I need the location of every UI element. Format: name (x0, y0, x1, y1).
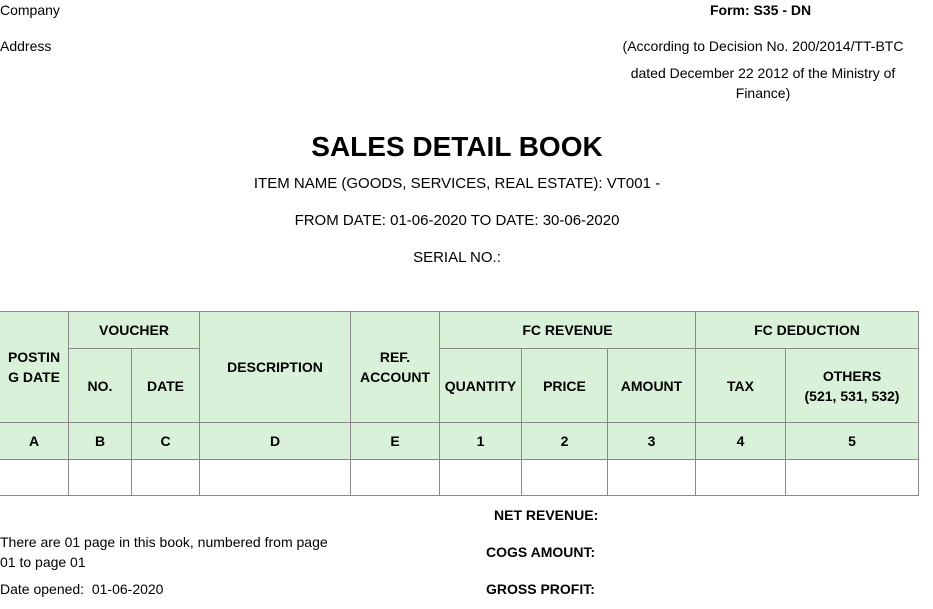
cogs-amount-label: COGS AMOUNT: (486, 544, 596, 560)
decision-line-2: dated December 22 2012 of the Ministry o… (630, 65, 896, 81)
sales-detail-table: POSTIN G DATE VOUCHER DESCRIPTION REF. ACC… (0, 311, 919, 496)
ref-account-header: REF. ACCOUNT (350, 311, 440, 423)
page-title: SALES DETAIL BOOK (311, 131, 603, 162)
date-opened-value: 01-06-2020 (91, 581, 164, 597)
table-cell[interactable] (68, 459, 132, 496)
table-cell[interactable] (350, 459, 440, 496)
fc-deduction-header: FC DEDUCTION (695, 311, 919, 349)
quantity-header: QUANTITY (439, 348, 522, 423)
column-code: B (68, 422, 132, 460)
date-range: FROM DATE: 01-06-2020 TO DATE: 30-06-202… (294, 212, 620, 229)
table-cell[interactable] (521, 459, 608, 496)
column-code: D (199, 422, 351, 460)
amount-header: AMOUNT (607, 348, 696, 423)
item-name: ITEM NAME (GOODS, SERVICES, REAL ESTATE)… (253, 175, 661, 192)
column-code: 2 (521, 422, 608, 460)
description-header: DESCRIPTION (199, 311, 351, 423)
decision-line-3: Finance) (735, 85, 791, 101)
column-code: E (350, 422, 440, 460)
column-code: 5 (785, 422, 919, 460)
column-code: 3 (607, 422, 696, 460)
company-label: Company (0, 2, 60, 18)
fc-revenue-header: FC REVENUE (439, 311, 696, 349)
serial-no: SERIAL NO.: (413, 249, 501, 266)
voucher-header: VOUCHER (68, 311, 200, 349)
pages-note-line-1: There are 01 page in this book, numbered… (0, 534, 328, 550)
gross-profit-label: GROSS PROFIT: (486, 581, 595, 597)
date-opened-label: Date opened: (0, 581, 85, 597)
net-revenue-label: NET REVENUE: (494, 507, 599, 523)
table-cell[interactable] (131, 459, 200, 496)
column-code: C (131, 422, 200, 460)
table-row (0, 459, 919, 496)
tax-header: TAX (695, 348, 786, 423)
posting-date-header: POSTIN G DATE (0, 311, 69, 423)
voucher-date-header: DATE (131, 348, 200, 423)
table-cell[interactable] (785, 459, 919, 496)
form-code: Form: S35 - DN (710, 2, 812, 18)
column-code: 1 (439, 422, 522, 460)
voucher-no-header: NO. (68, 348, 132, 423)
others-header: OTHERS (521, 531, 532) (785, 348, 919, 423)
table-cell[interactable] (199, 459, 351, 496)
table-cell[interactable] (695, 459, 786, 496)
column-code: 4 (695, 422, 786, 460)
table-cell[interactable] (439, 459, 522, 496)
table-cell[interactable] (607, 459, 696, 496)
date-opened: Date opened: 01-06-2020 (0, 581, 163, 597)
decision-line-1: (According to Decision No. 200/2014/TT-B… (622, 38, 904, 54)
table-cell[interactable] (0, 459, 69, 496)
address-label: Address (0, 38, 52, 54)
price-header: PRICE (521, 348, 608, 423)
column-code: A (0, 422, 69, 460)
pages-note-line-2: 01 to page 01 (0, 554, 86, 570)
